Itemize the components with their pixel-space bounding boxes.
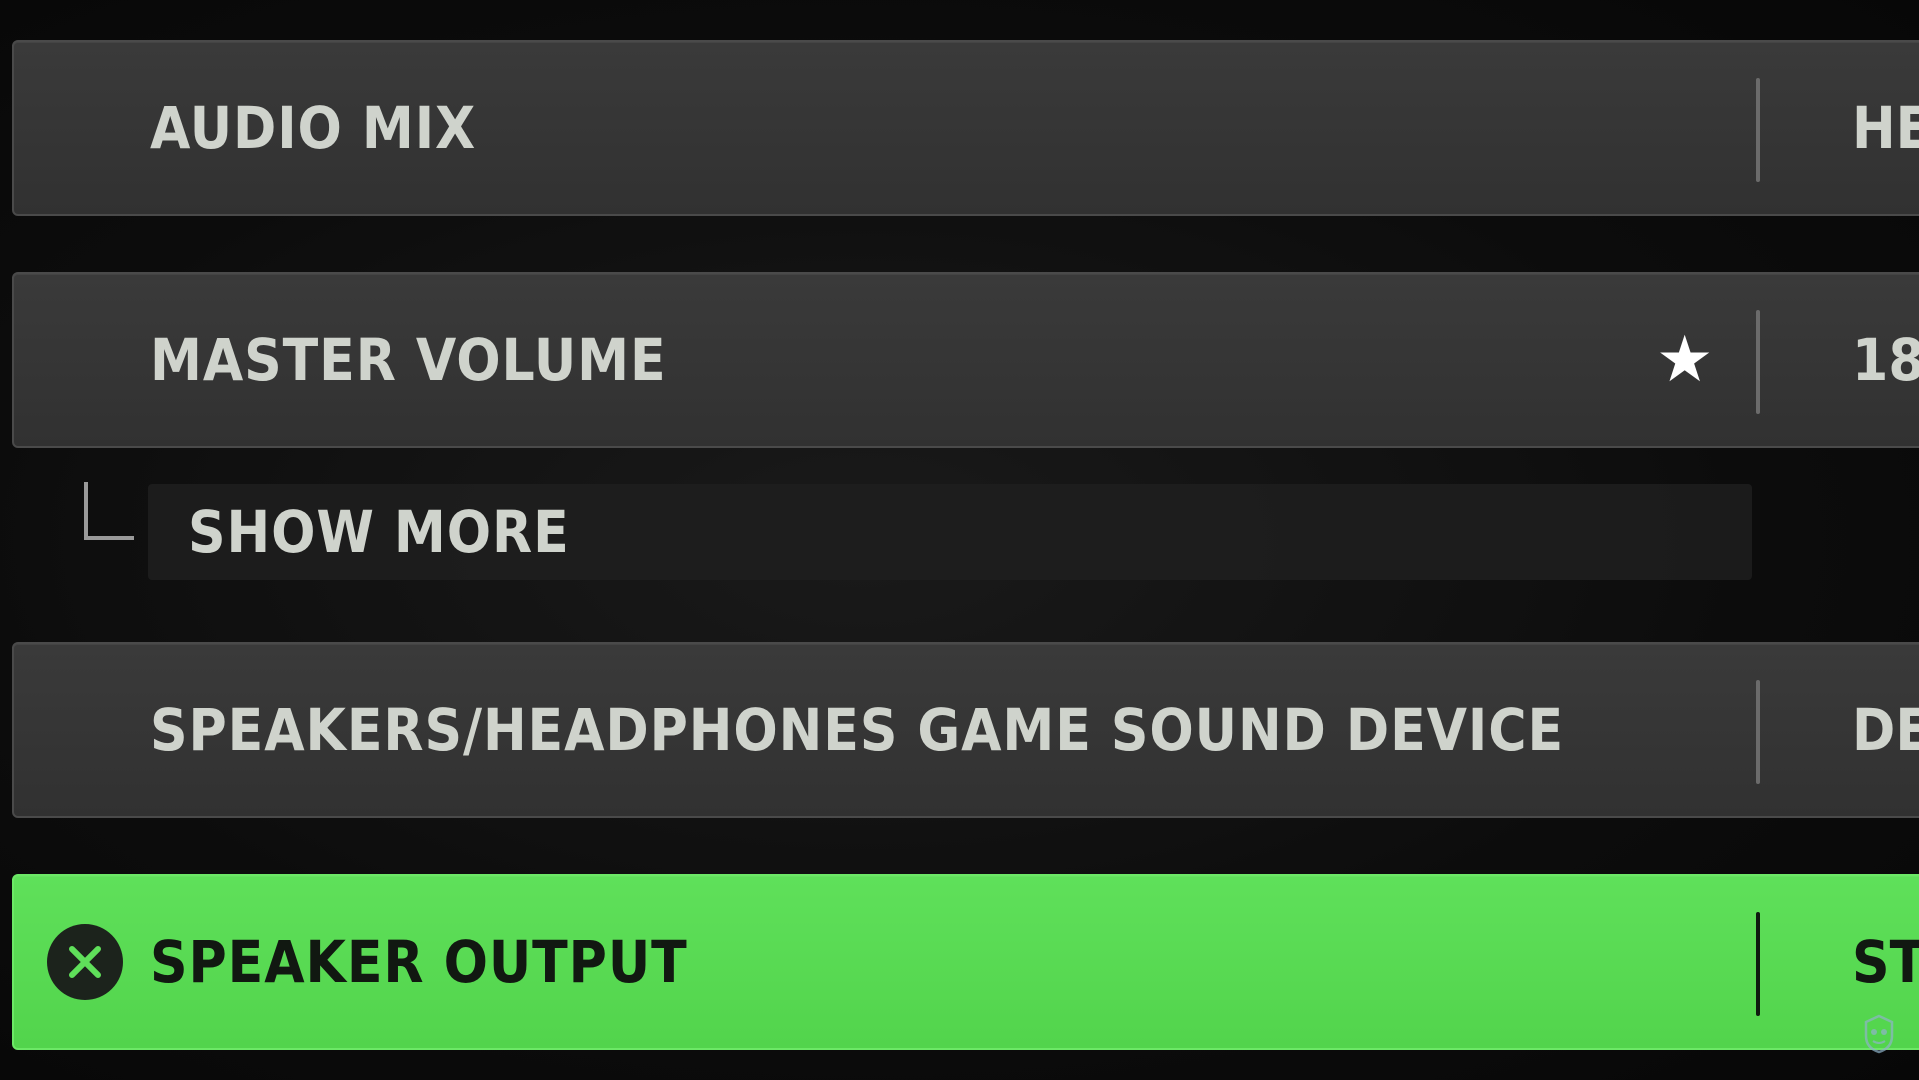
close-circle-icon[interactable] [47,924,123,1000]
divider [1756,78,1760,182]
close-icon [69,946,101,978]
setting-row-audio-mix[interactable]: AUDIO MIX HE [12,40,1919,216]
setting-row-sound-device[interactable]: SPEAKERS/HEADPHONES GAME SOUND DEVICE DE [12,642,1919,818]
setting-value[interactable]: ST [1852,928,1919,996]
show-more-label: SHOW MORE [188,498,570,566]
divider [1756,680,1760,784]
setting-value[interactable]: HE [1852,94,1919,162]
star-icon[interactable]: ★ [1656,328,1713,392]
logo-watermark-icon [1864,1014,1894,1054]
setting-value[interactable]: 18 [1852,326,1919,394]
setting-label: SPEAKER OUTPUT [150,928,688,996]
setting-row-master-volume[interactable]: MASTER VOLUME ★ 18 [12,272,1919,448]
divider [1756,310,1760,414]
setting-label: AUDIO MIX [150,94,477,162]
setting-label: SPEAKERS/HEADPHONES GAME SOUND DEVICE [150,696,1565,764]
audio-settings-screen: AUDIO MIX HE MASTER VOLUME ★ 18 SHOW MOR… [0,0,1919,1080]
setting-value[interactable]: DE [1852,696,1919,764]
divider [1756,912,1760,1016]
show-more-button[interactable]: SHOW MORE [148,484,1752,580]
setting-label: MASTER VOLUME [150,326,667,394]
setting-row-speaker-output[interactable]: SPEAKER OUTPUT ST [12,874,1919,1050]
sub-item-bracket-icon [84,482,134,540]
